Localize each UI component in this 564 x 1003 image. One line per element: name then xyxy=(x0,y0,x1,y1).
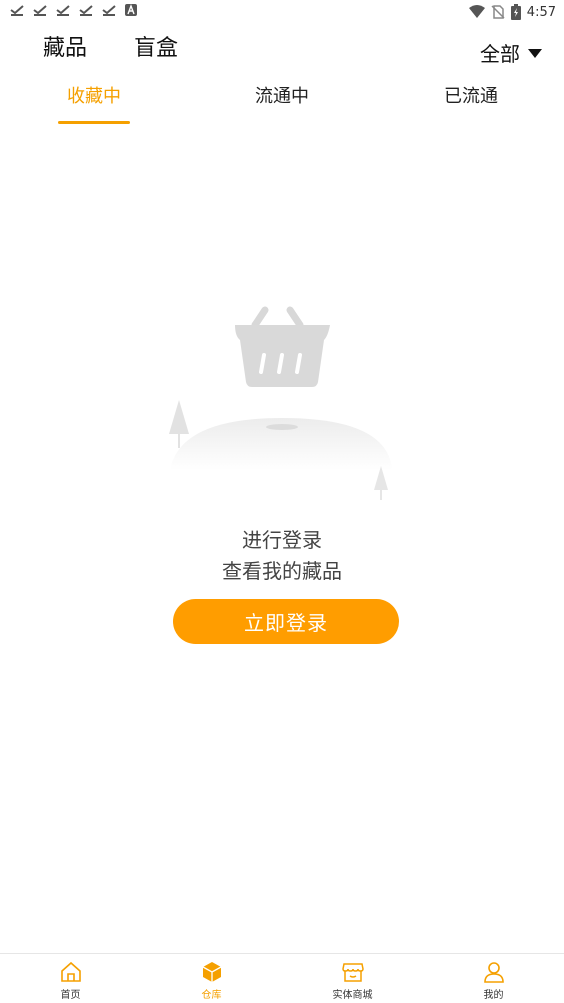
caret-down-icon xyxy=(528,49,542,58)
filter-label: 全部 xyxy=(480,42,520,66)
empty-message-line2: 查看我的藏品 xyxy=(222,559,342,583)
nav-profile-label: 我的 xyxy=(483,990,504,1001)
filter-dropdown[interactable]: 全部 xyxy=(480,38,542,67)
subtab-circulated[interactable]: 已流通 xyxy=(401,82,541,108)
battery-icon xyxy=(510,4,521,20)
nav-warehouse-label: 仓库 xyxy=(201,990,222,1001)
user-icon xyxy=(483,962,504,983)
empty-message-line1: 进行登录 xyxy=(242,528,322,552)
nav-home-label: 首页 xyxy=(60,990,81,1001)
box-icon xyxy=(202,962,221,982)
no-sim-icon xyxy=(491,5,505,19)
home-icon xyxy=(60,961,81,982)
nav-profile[interactable]: 我的 xyxy=(423,954,564,1003)
status-bar: 4:57 xyxy=(0,0,564,24)
check-notification-icon xyxy=(56,5,70,16)
check-notification-icon xyxy=(79,5,93,16)
empty-basket-illustration xyxy=(169,306,392,500)
nav-warehouse[interactable]: 仓库 xyxy=(141,954,282,1003)
app-notification-icon xyxy=(125,4,137,16)
login-button[interactable]: 立即登录 xyxy=(173,599,399,644)
nav-store[interactable]: 实体商城 xyxy=(282,954,423,1003)
tab-collections[interactable]: 藏品 xyxy=(43,30,87,62)
subtab-circulating[interactable]: 流通中 xyxy=(212,82,352,108)
nav-home[interactable]: 首页 xyxy=(0,954,141,1003)
subtab-collecting[interactable]: 收藏中 xyxy=(24,82,164,108)
status-right: 4:57 xyxy=(468,2,556,22)
nav-store-label: 实体商城 xyxy=(332,990,373,1001)
check-notification-icon xyxy=(102,5,116,16)
wifi-icon xyxy=(468,5,485,18)
store-icon xyxy=(341,963,364,982)
status-time: 4:57 xyxy=(526,4,556,20)
active-tab-indicator xyxy=(58,121,130,124)
check-notification-icon xyxy=(10,5,24,16)
check-notification-icon xyxy=(33,5,47,16)
tab-blind-box[interactable]: 盲盒 xyxy=(134,30,178,62)
bottom-nav: 首页 仓库 实体商城 我的 xyxy=(0,953,564,1003)
